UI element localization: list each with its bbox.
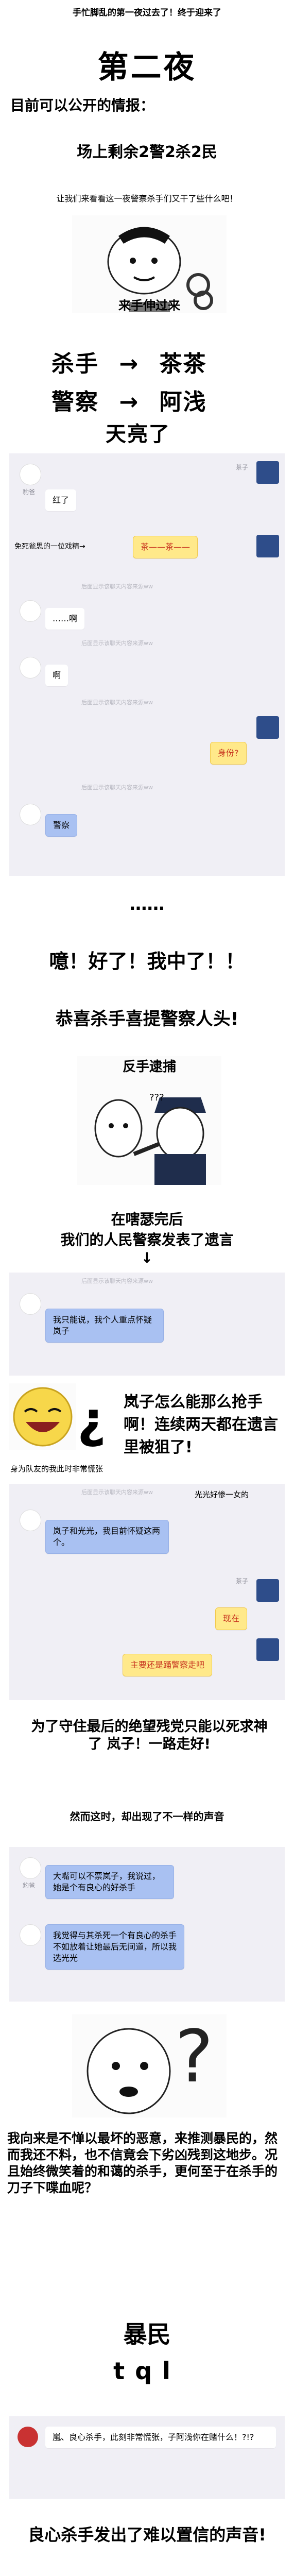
- conclusion-text: 我向来是不惮以最坏的恶意，来推测暴民的，然而我还不料，也不信竟会下劣凶残到这地步…: [7, 2131, 278, 2195]
- svg-text:?: ?: [175, 2015, 213, 2099]
- avatar-right: [256, 716, 279, 739]
- pair1-arrow: →: [119, 351, 140, 377]
- meme1-caption: 来手伸过来: [118, 298, 180, 313]
- after-text-2: 我们的人民警察发表了遗言: [60, 1231, 234, 1248]
- field-status: 场上剩余2警2杀2民: [77, 143, 217, 161]
- meme3-text: 岚子怎么能那么抢手啊！连续两天都在遗言里被狙了!: [124, 1393, 278, 1456]
- pair1-role: 杀手: [51, 351, 99, 377]
- left-name: 豹爸: [23, 1882, 36, 1889]
- pair1-name: 茶茶: [159, 351, 207, 377]
- right-name: 茶子: [236, 1578, 249, 1585]
- meme-question-icon: ?: [87, 2015, 213, 2114]
- avatar-right: [256, 1579, 279, 1602]
- after-arrow: ↓: [141, 1249, 153, 1266]
- tql-text: tql: [113, 2357, 181, 2385]
- night-title: 第二夜: [97, 49, 197, 86]
- avatar-left: [20, 1857, 41, 1879]
- congrats-text: 恭喜杀手喜提警察人头!: [55, 1009, 239, 1029]
- pair2-name: 阿浅: [159, 389, 207, 415]
- chat-note: 免死瓮思的一位戏精→: [14, 543, 85, 551]
- meme3-caption: 身为队友的我此时非常慌张: [10, 1464, 103, 1473]
- vow-text: 为了守住最后的绝望残党只能以死求神了 岚子！一路走好!: [31, 1719, 268, 1752]
- chat-bubble: 红了: [45, 489, 77, 511]
- laughing-face-icon: [13, 1387, 73, 1447]
- chat-screenshot-1: 豹爸 红了 茶子 免死瓮思的一位戏精→ 茶——茶—— 后面显示该聊天内容来源ww…: [9, 453, 285, 876]
- chat-bubble: 警察: [45, 814, 78, 837]
- avatar-left: [20, 1510, 41, 1531]
- left-name: 豹爸: [23, 488, 36, 496]
- mob-text: 暴民: [123, 2320, 171, 2348]
- chat-bubble-highlight: 现在: [215, 1607, 248, 1630]
- pair-row-2: 警察 → 阿浅: [51, 383, 283, 416]
- pair2-role: 警察: [51, 389, 99, 415]
- red-heart-icon: [18, 2427, 38, 2447]
- meme-handcuff-image: 来手伸过来: [72, 215, 227, 313]
- right-text: 光光好惨一女的: [195, 1490, 249, 1499]
- avatar-left: [20, 804, 41, 825]
- timestamp: 后面显示该聊天内容来源ww: [81, 583, 153, 590]
- pair-row-1: 杀手 → 茶茶: [51, 345, 283, 378]
- after-text-1: 在嗐瑟完后: [111, 1211, 183, 1228]
- avatar-left: [20, 464, 41, 485]
- info-title: 目前可以公开的情报：: [10, 97, 155, 114]
- chat-bubble: 嵐、良心杀手，此刻非常慌张，子阿浅你在赌什么！?!?: [45, 2427, 276, 2448]
- avatar-left: [20, 1293, 41, 1315]
- chat-bubble: 岚子和光光，我目前怀疑这两个。: [45, 1520, 169, 1554]
- meme2-question: ???: [149, 1092, 164, 1103]
- meme3-question-mark: ¿: [77, 1391, 106, 1449]
- chat-bubble: 大嘴可以不票岚子，我说过，她是个有良心的好杀手: [45, 1865, 174, 1899]
- chat-bubble: ……啊: [45, 608, 85, 630]
- avatar-left: [20, 657, 41, 679]
- timestamp: 后面显示该聊天内容来源ww: [81, 1278, 153, 1284]
- timestamp: 后面显示该聊天内容来源ww: [81, 699, 153, 706]
- sound-text: 然而这时，却出现了不一样的声音: [70, 1810, 224, 1823]
- avatar-right: [256, 1638, 279, 1661]
- chat-bubble: 啊: [45, 665, 68, 686]
- right-name: 茶子: [236, 464, 249, 471]
- chat-bubble: 我觉得与其杀死一个有良心的杀手不如放着让她最后无间道，所以我选光光: [45, 1924, 184, 1970]
- avatar-right: [256, 461, 279, 484]
- avatar-right: [256, 535, 279, 557]
- daybreak-text: 天亮了: [106, 422, 170, 446]
- chat-screenshot-3: 后面显示该聊天内容来源ww 光光好惨一女的 岚子和光光，我目前怀疑这两个。 茶子…: [9, 1484, 285, 1700]
- chat-bubble-highlight: 身份?: [210, 742, 247, 765]
- meme-laugh-image: [9, 1383, 76, 1450]
- exclaim-text: 噫！好了！我中了！！: [49, 950, 245, 973]
- final-text: 良心杀手发出了难以置信的声音!: [28, 2525, 266, 2545]
- timestamp: 后面显示该聊天内容来源ww: [81, 784, 153, 791]
- avatar-left: [20, 600, 41, 622]
- question-text: 让我们来看看这一夜警察杀手们又干了些什么吧！: [56, 194, 238, 204]
- avatar-left: [20, 1924, 41, 1946]
- meme-arrest-image: 反手逮捕 ???: [77, 1056, 221, 1185]
- timestamp: 后面显示该聊天内容来源ww: [81, 1489, 153, 1496]
- dots: ……: [129, 894, 165, 914]
- timestamp: 后面显示该聊天内容来源ww: [81, 640, 153, 647]
- intro-text: 手忙脚乱的第一夜过去了！终于迎来了: [73, 8, 221, 18]
- meme2-caption: 反手逮捕: [122, 1059, 176, 1075]
- meme-question-image: ?: [72, 2014, 227, 2117]
- chat-bubble-highlight: 茶——茶——: [133, 536, 198, 558]
- chat-bubble: 我只能说，我个人重点怀疑岚子: [45, 1309, 164, 1343]
- chat-screenshot-final: 嵐、良心杀手，此刻非常慌张，子阿浅你在赌什么！?!?: [9, 2416, 285, 2499]
- chat-screenshot-4: 豹爸 大嘴可以不票岚子，我说过，她是个有良心的好杀手 我觉得与其杀死一个有良心的…: [9, 1847, 285, 2002]
- pair2-arrow: →: [119, 389, 140, 415]
- chat-bubble-highlight: 主要还是踊警察走吧: [123, 1654, 213, 1676]
- chat-screenshot-2: 后面显示该聊天内容来源ww 我只能说，我个人重点怀疑岚子: [9, 1273, 285, 1376]
